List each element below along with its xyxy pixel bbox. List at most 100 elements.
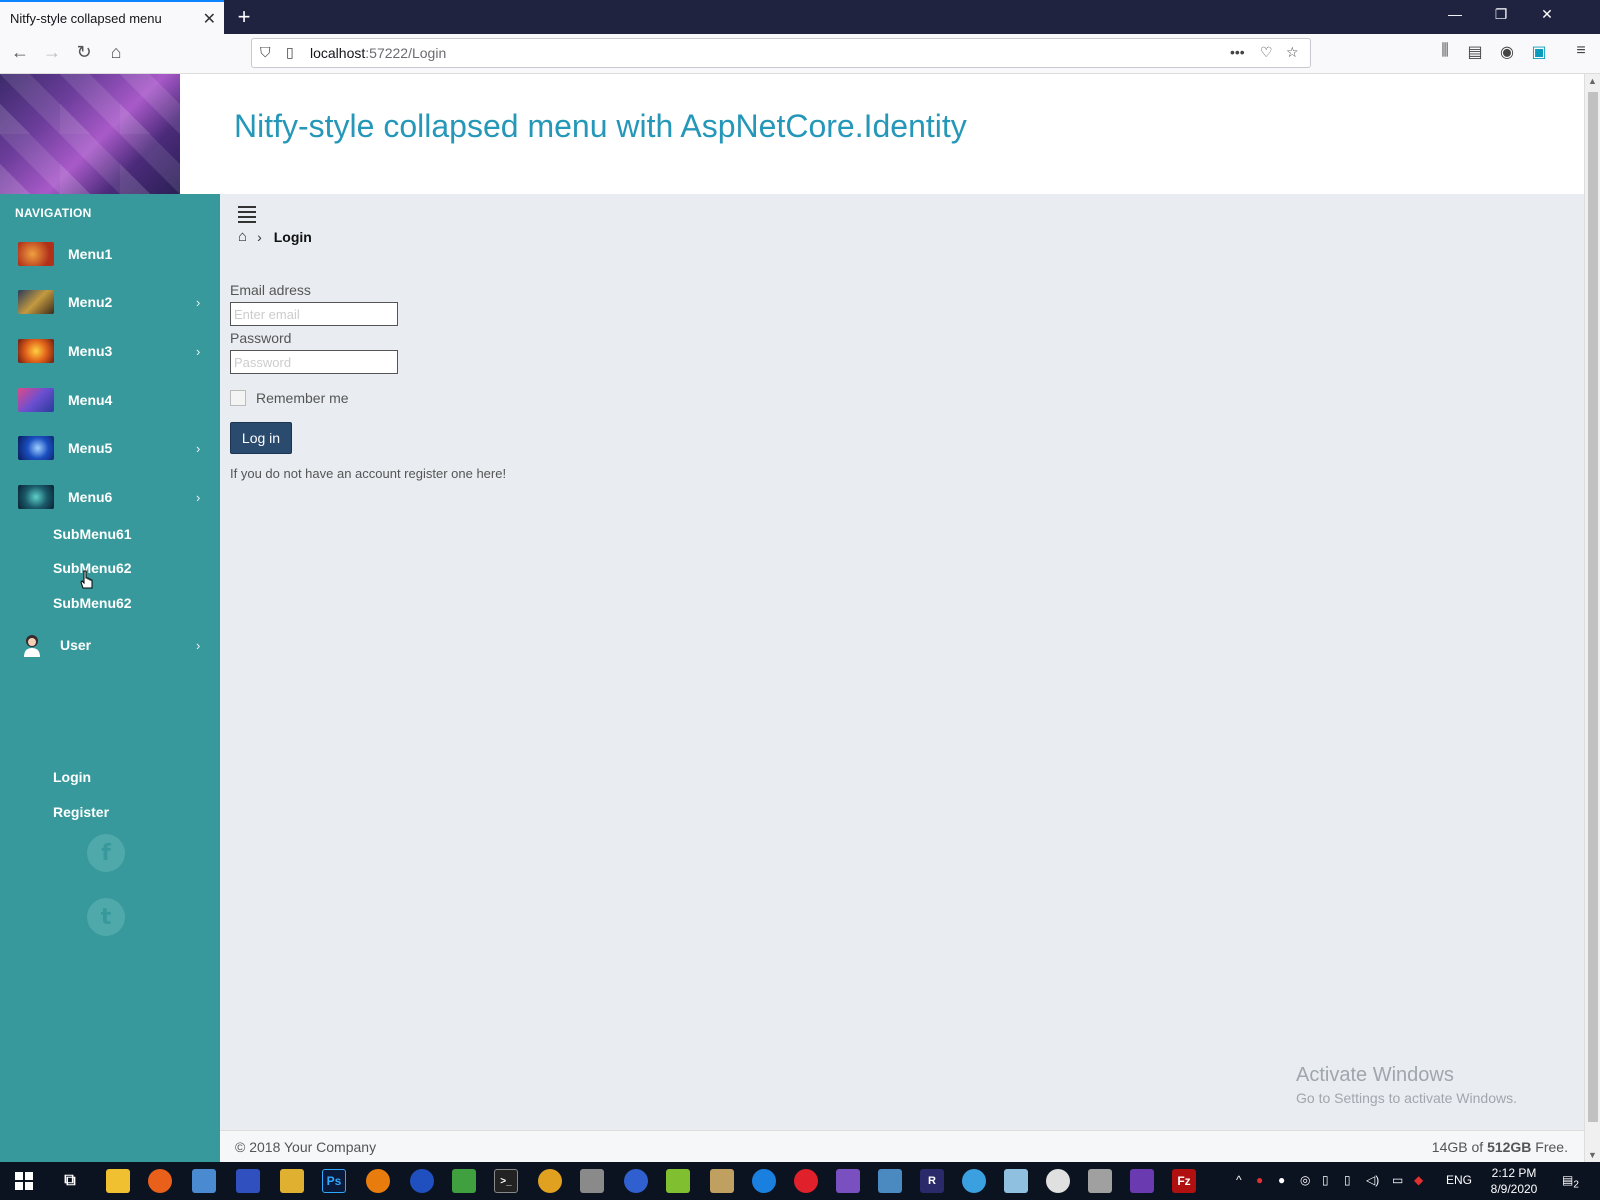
app-icon[interactable] — [752, 1169, 776, 1193]
minimize-button[interactable]: — — [1440, 6, 1470, 22]
visual-studio-icon[interactable] — [836, 1169, 860, 1193]
app-icon[interactable] — [192, 1169, 216, 1193]
menu4-thumbnail — [18, 388, 54, 412]
home-icon[interactable]: ⌂ — [104, 42, 128, 63]
terminal-icon[interactable]: >_ — [494, 1169, 518, 1193]
twitter-icon[interactable]: t — [87, 898, 125, 936]
notification-center-icon[interactable]: ▤2 — [1562, 1173, 1579, 1190]
tray-app-icon[interactable]: ▯ — [1322, 1173, 1329, 1187]
menu-label: Menu4 — [68, 392, 113, 408]
windows-start-icon[interactable] — [12, 1169, 36, 1193]
sidebar-item-menu3[interactable]: Menu3 › — [0, 331, 220, 371]
page-footer: © 2018 Your Company 14GB of 512GB Free. — [220, 1130, 1584, 1162]
opera-icon[interactable] — [794, 1169, 818, 1193]
disk-space-text: 14GB of 512GB Free. — [1432, 1139, 1568, 1155]
url-bar[interactable]: ⛉ ▯ localhost:57222/Login ••• ♡ ☆ — [251, 38, 1311, 68]
sidebar-icon[interactable]: ▤ — [1464, 42, 1486, 62]
sidebar-item-menu5[interactable]: Menu5 › — [0, 428, 220, 468]
disk-suffix: Free. — [1531, 1139, 1568, 1155]
brand-logo-image — [0, 74, 180, 194]
app-icon[interactable]: R — [920, 1169, 944, 1193]
app-icon[interactable] — [236, 1169, 260, 1193]
folder-icon[interactable] — [280, 1169, 304, 1193]
menu-label: Menu2 — [68, 294, 113, 310]
task-view-icon[interactable]: ⧉ — [58, 1169, 82, 1193]
scroll-up-icon[interactable]: ▲ — [1588, 76, 1597, 86]
app-icon[interactable] — [1046, 1169, 1070, 1193]
visual-studio-icon[interactable] — [1130, 1169, 1154, 1193]
sidebar-item-menu2[interactable]: Menu2 › — [0, 282, 220, 322]
page-header: Nitfy-style collapsed menu with AspNetCo… — [180, 74, 1584, 194]
volume-icon[interactable]: ◁) — [1366, 1173, 1379, 1187]
tray-app-icon[interactable]: ● — [1256, 1173, 1263, 1187]
email-field[interactable] — [230, 302, 398, 326]
tray-expand-icon[interactable]: ^ — [1236, 1173, 1242, 1187]
filezilla-icon[interactable]: Fz — [1172, 1169, 1196, 1193]
shield-icon[interactable]: ⛉ — [260, 44, 271, 61]
app-icon[interactable] — [624, 1169, 648, 1193]
blender-icon[interactable] — [366, 1169, 390, 1193]
login-button[interactable]: Log in — [230, 422, 292, 454]
language-indicator[interactable]: ENG — [1446, 1173, 1472, 1187]
save-icon[interactable]: ▣ — [1528, 42, 1550, 62]
pocket-icon[interactable]: ♡ — [1260, 44, 1273, 61]
app-icon[interactable] — [538, 1169, 562, 1193]
restore-button[interactable]: ❐ — [1486, 6, 1516, 23]
facebook-icon[interactable]: f — [87, 834, 125, 872]
remember-me-checkbox[interactable] — [230, 390, 246, 406]
sidebar-item-register[interactable]: Register — [53, 804, 109, 820]
sidebar-item-menu1[interactable]: Menu1 — [0, 234, 220, 274]
submenu-item[interactable]: SubMenu61 — [53, 526, 132, 542]
more-actions-icon[interactable]: ••• — [1230, 44, 1245, 60]
tray-app-icon[interactable]: ▭ — [1392, 1173, 1403, 1187]
page-info-icon[interactable]: ▯ — [286, 44, 294, 61]
remember-me-label: Remember me — [256, 390, 349, 406]
forward-icon[interactable]: → — [40, 42, 64, 63]
system-clock[interactable]: 2:12 PM 8/9/2020 — [1484, 1165, 1544, 1197]
network-icon[interactable]: ◎ — [1300, 1173, 1310, 1187]
app-icon[interactable] — [666, 1169, 690, 1193]
page-scrollbar[interactable]: ▲ ▼ — [1584, 74, 1600, 1162]
app-icon[interactable] — [410, 1169, 434, 1193]
tab-close-icon[interactable]: ✕ — [203, 9, 216, 29]
scroll-down-icon[interactable]: ▼ — [1588, 1150, 1597, 1160]
nav-title: NAVIGATION — [15, 206, 92, 220]
firefox-icon[interactable] — [148, 1169, 172, 1193]
account-icon[interactable]: ◉ — [1496, 42, 1518, 62]
tray-app-icon[interactable]: ▯ — [1344, 1173, 1351, 1187]
home-icon[interactable]: ⌂ — [238, 228, 247, 245]
bookmark-star-icon[interactable]: ☆ — [1286, 44, 1299, 61]
app-icon[interactable] — [962, 1169, 986, 1193]
app-icon[interactable] — [1004, 1169, 1028, 1193]
scrollbar-thumb[interactable] — [1588, 92, 1598, 1122]
tray-app-icon[interactable]: ● — [1278, 1173, 1285, 1187]
user-avatar-icon — [24, 635, 40, 657]
photoshop-icon[interactable]: Ps — [322, 1169, 346, 1193]
notification-count: 2 — [1573, 1179, 1579, 1191]
sidebar-item-menu4[interactable]: Menu4 — [0, 380, 220, 420]
sidebar-item-login[interactable]: Login — [53, 769, 91, 785]
breadcrumb: ⌂ › Login — [238, 228, 312, 245]
browser-tab-active[interactable]: Nitfy-style collapsed menu ✕ — [0, 0, 224, 34]
menu-icon[interactable]: ≡ — [1570, 42, 1592, 60]
file-explorer-icon[interactable] — [106, 1169, 130, 1193]
sidebar-item-user[interactable]: User › — [0, 625, 220, 665]
mouse-cursor-icon — [80, 570, 93, 589]
back-icon[interactable]: ← — [8, 42, 32, 63]
new-tab-button[interactable]: + — [232, 4, 256, 30]
submenu-item[interactable]: SubMenu62 — [53, 595, 132, 611]
reload-icon[interactable]: ↻ — [72, 42, 96, 63]
app-icon[interactable] — [452, 1169, 476, 1193]
app-icon[interactable] — [878, 1169, 902, 1193]
hamburger-menu-icon[interactable] — [238, 206, 256, 223]
sidebar-item-menu6[interactable]: Menu6 › — [0, 477, 220, 517]
close-window-button[interactable]: ✕ — [1532, 6, 1562, 23]
app-icon[interactable] — [710, 1169, 734, 1193]
tray-app-icon[interactable]: ◆ — [1414, 1173, 1423, 1187]
register-link[interactable]: If you do not have an account register o… — [230, 466, 506, 481]
library-icon[interactable]: ⫼ — [1434, 42, 1456, 60]
app-icon[interactable] — [1088, 1169, 1112, 1193]
password-field[interactable] — [230, 350, 398, 374]
app-icon[interactable] — [580, 1169, 604, 1193]
chevron-right-icon: › — [257, 228, 262, 245]
